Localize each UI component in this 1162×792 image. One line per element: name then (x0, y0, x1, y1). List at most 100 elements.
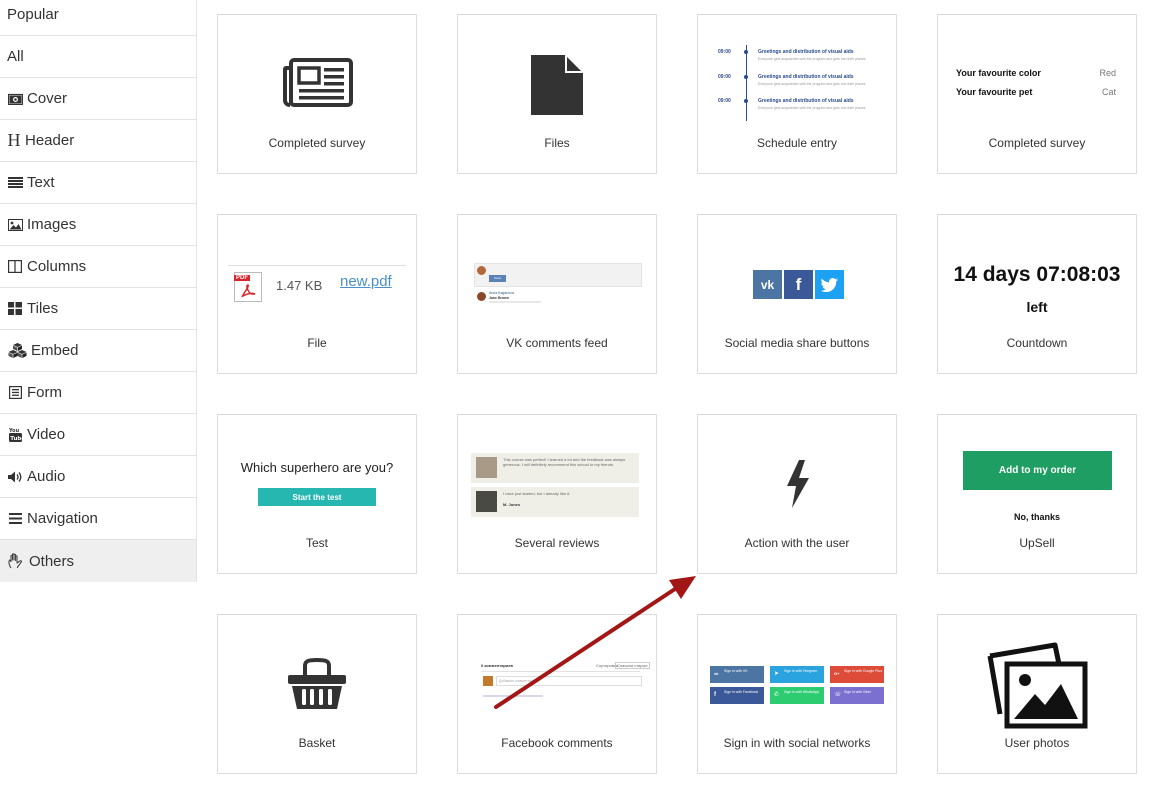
card-label: File (307, 336, 327, 350)
card-label: Test (305, 536, 328, 550)
sidebar-item-others[interactable]: Others (0, 540, 196, 582)
sidebar-item-label: Images (27, 216, 77, 233)
avatar (477, 266, 486, 275)
sidebar-item-form[interactable]: Form (0, 372, 196, 414)
sidebar-item-label: Text (27, 174, 55, 191)
avatar (483, 676, 493, 686)
sidebar-item-label: Popular (7, 6, 59, 23)
vk-send-button: Send (489, 275, 506, 282)
card-preview (218, 15, 416, 133)
avatar (476, 457, 497, 478)
card-preview: 0 комментариев Сортировка Сначала старые… (458, 615, 656, 733)
sidebar-item-label: Tiles (27, 300, 59, 317)
schedule-dot (744, 99, 748, 103)
sidebar-item-header[interactable]: H Header (0, 120, 196, 162)
card-label: Countdown (1006, 336, 1068, 350)
schedule-dot (744, 50, 748, 54)
block-card-completed-survey-text[interactable]: Your favourite color Red Your favourite … (937, 14, 1137, 174)
review-text: This course was perfect! I learned a lot… (503, 457, 626, 467)
form-icon (7, 385, 23, 401)
sidebar-item-label: Form (27, 384, 62, 401)
card-label: Sign in with social networks (723, 736, 871, 750)
card-preview (458, 15, 656, 133)
block-card-vk-comments[interactable]: Send Anna Kaganova Jane Brown VK comment… (457, 214, 657, 374)
camera-icon (7, 91, 23, 107)
block-card-test[interactable]: Which superhero are you? Start the test … (217, 414, 417, 574)
sidebar-item-popular[interactable]: Popular (0, 0, 196, 36)
block-card-action-with-user[interactable]: Action with the user (697, 414, 897, 574)
sidebar-item-cover[interactable]: Cover (0, 78, 196, 120)
sidebar-item-label: Audio (27, 468, 66, 485)
survey-key: Your favourite pet (956, 87, 1033, 97)
card-label: VK comments feed (506, 336, 608, 350)
hand-icon (7, 553, 25, 569)
vk-icon: vk (714, 671, 719, 676)
sidebar-item-label: Navigation (27, 510, 98, 527)
card-label: Facebook comments (501, 736, 613, 750)
category-sidebar: Popular All Cover H Header Text Images C… (0, 0, 197, 582)
card-preview: 09:00 Greetings and distribution of visu… (698, 15, 896, 133)
sidebar-item-label: Columns (27, 258, 87, 275)
test-question: Which superhero are you? (240, 460, 394, 475)
sidebar-item-images[interactable]: Images (0, 204, 196, 246)
text-lines-icon (7, 175, 23, 191)
signin-facebook-button: f Sign in with Facebook (710, 687, 764, 704)
file-size: 1.47 KB (276, 278, 323, 293)
sidebar-item-label: Cover (27, 90, 68, 107)
block-card-completed-survey[interactable]: Completed survey (217, 14, 417, 174)
review-item: This course was perfect! I learned a lot… (471, 453, 639, 483)
block-card-countdown[interactable]: 14 days 07:08:03 left Countdown (937, 214, 1137, 374)
schedule-subtitle: Everyone gets acquainted with the progra… (758, 106, 866, 110)
sidebar-item-all[interactable]: All (0, 36, 196, 78)
avatar (477, 292, 486, 301)
avatar (476, 491, 497, 512)
fb-comment-input: Добавьте комментарий... (496, 676, 642, 686)
sidebar-item-navigation[interactable]: Navigation (0, 498, 196, 540)
block-card-several-reviews[interactable]: This course was perfect! I learned a lot… (457, 414, 657, 574)
countdown-suffix: left (1026, 299, 1048, 315)
schedule-time: 09:00 (718, 98, 731, 104)
block-card-social-signin[interactable]: vk Sign in with VK ➤ Sign in with Telegram… (697, 614, 897, 774)
survey-value: Red (1099, 68, 1116, 78)
block-card-file[interactable]: PDF 1.47 KB new.pdf File (217, 214, 417, 374)
lightning-bolt-icon (787, 460, 809, 508)
card-label: User photos (1004, 736, 1070, 750)
card-label: Completed survey (268, 136, 366, 150)
sidebar-item-text[interactable]: Text (0, 162, 196, 204)
card-preview: Send Anna Kaganova Jane Brown (458, 215, 656, 333)
block-card-basket[interactable]: Basket (217, 614, 417, 774)
sidebar-item-columns[interactable]: Columns (0, 246, 196, 288)
signin-telegram-button: ➤ Sign in with Telegram (770, 666, 824, 683)
block-card-user-photos[interactable]: User photos (937, 614, 1137, 774)
sidebar-item-label: Others (29, 552, 75, 570)
youtube-icon: YouTube (7, 427, 23, 443)
start-test-button: Start the test (258, 488, 376, 506)
vk-meta-line (489, 301, 541, 303)
sidebar-item-audio[interactable]: Audio (0, 456, 196, 498)
countdown-timer: 14 days 07:08:03 (953, 263, 1121, 286)
block-card-schedule-entry[interactable]: 09:00 Greetings and distribution of visu… (697, 14, 897, 174)
newspaper-icon (283, 58, 353, 107)
card-preview: PDF 1.47 KB new.pdf (218, 215, 416, 333)
sidebar-item-embed[interactable]: Embed (0, 330, 196, 372)
block-card-facebook-comments[interactable]: 0 комментариев Сортировка Сначала старые… (457, 614, 657, 774)
card-preview: vk f (698, 215, 896, 333)
card-preview (938, 615, 1136, 733)
tiles-icon (7, 301, 23, 317)
review-item: I have just started, but I already like … (471, 487, 639, 517)
card-preview: This course was perfect! I learned a lot… (458, 415, 656, 533)
fb-sort-select: Сначала старые (615, 662, 650, 669)
schedule-dot (744, 75, 748, 79)
twitter-bird-icon (821, 277, 838, 292)
file-icon (531, 55, 583, 115)
file-download-link[interactable]: new.pdf (340, 273, 392, 290)
block-card-files[interactable]: Files (457, 14, 657, 174)
block-card-upsell[interactable]: Add to my order No, thanks UpSell (937, 414, 1137, 574)
block-card-social-share[interactable]: vk f Social media share buttons (697, 214, 897, 374)
decline-link: No, thanks (1013, 512, 1060, 522)
fb-plugin-bar (483, 695, 543, 697)
sidebar-item-tiles[interactable]: Tiles (0, 288, 196, 330)
card-preview: vk Sign in with VK ➤ Sign in with Telegram… (698, 615, 896, 733)
sidebar-item-video[interactable]: YouTube Video (0, 414, 196, 456)
schedule-title: Greetings and distribution of visual aid… (758, 74, 854, 80)
